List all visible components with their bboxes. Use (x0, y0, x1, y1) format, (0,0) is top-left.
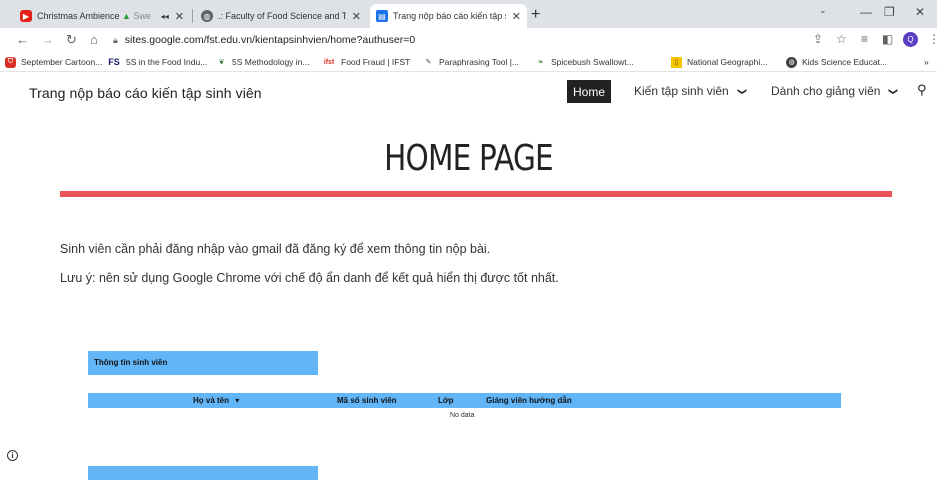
url-text: sites.google.com/fst.edu.vn/kientapsinhv… (124, 34, 416, 46)
leaf-icon: ❦ (218, 59, 225, 66)
audio-playing-icon[interactable]: ◂◂ (161, 12, 169, 21)
shield-icon: ⛉ (5, 56, 16, 68)
chevron-down-icon[interactable]: ❯ (888, 87, 899, 95)
close-tab-icon[interactable]: ✕ (512, 10, 521, 23)
nav-kien-tap-sinh-vien[interactable]: Kiến tập sinh viên ❯ (634, 84, 747, 98)
bookmark-label: National Geographi... (687, 57, 768, 67)
nav-label: Dành cho giảng viên (771, 84, 881, 98)
ifst-icon: ifst (323, 58, 335, 66)
browser-toolbar: ← → ↻ ⌂ 🔒︎ sites.google.com/fst.edu.vn/k… (0, 28, 937, 52)
nav-label: Kiến tập sinh viên (634, 84, 729, 98)
tab-title: Trang nộp báo cáo kiến tập sinh (393, 11, 506, 21)
bookmark-label: Food Fraud | IFST (341, 57, 411, 67)
bookmarks-overflow-icon[interactable]: » (924, 55, 929, 69)
bookmark-food-fraud-ifst[interactable]: ifst Food Fraud | IFST (322, 55, 411, 69)
tab-faculty-food-science[interactable]: ◍ .: Faculty of Food Science and Te ✕ (195, 4, 367, 28)
tab-title: .: Faculty of Food Science and Te (218, 11, 346, 21)
butterfly-icon: ❧ (537, 59, 544, 66)
forward-icon[interactable]: → (41, 32, 54, 47)
nav-home-link[interactable]: Home (567, 80, 612, 103)
natgeo-icon: ▯ (671, 56, 682, 68)
heading-divider (60, 191, 892, 197)
site-title[interactable]: Trang nộp báo cáo kiến tập sinh viên (29, 85, 262, 101)
tab-title-extra: Swe (133, 11, 151, 21)
bookmark-paraphrasing-tool[interactable]: ✎ Paraphrasing Tool |... (423, 55, 519, 69)
browser-note: Lưu ý: nên sử dụng Google Chrome với chế… (60, 271, 559, 285)
bookmark-label: Spicebush Swallowt... (551, 57, 634, 67)
panel-title: Thông tin sinh viên (94, 358, 168, 367)
tab-trang-nop-bao-cao[interactable]: ▤ Trang nộp báo cáo kiến tập sinh ✕ (370, 4, 527, 28)
bookmark-5s-food-industry[interactable]: FS 5S in the Food Indu... (107, 55, 207, 69)
triangle-emoji-icon: ▲ (122, 11, 131, 21)
bookmark-spicebush-swallowtail[interactable]: ❧ Spicebush Swallowt... (535, 55, 634, 69)
bookmark-kids-science-education[interactable]: ◍ Kids Science Educat... (786, 55, 887, 69)
bookmark-star-icon[interactable]: ☆ (836, 32, 847, 46)
tab-divider (192, 9, 193, 23)
restore-icon[interactable]: ❐ (884, 5, 895, 19)
bookmark-label: Kids Science Educat... (802, 57, 888, 67)
browser-tab-strip: ▶ Christmas Ambience ▲ Swe ◂◂ ✕ ◍ .: Fac… (0, 0, 937, 28)
menu-kebab-icon[interactable]: ⋮ (928, 32, 937, 46)
lock-icon[interactable]: 🔒︎ (113, 35, 118, 46)
google-sites-icon: ▤ (376, 10, 388, 22)
globe-icon: ◍ (786, 56, 797, 68)
table-header: Họ và tên ▾ Mã số sinh viên Lớp Giảng vi… (88, 393, 841, 408)
sort-down-icon[interactable]: ▾ (235, 396, 239, 405)
bookmark-label: 5S in the Food Indu... (126, 57, 208, 67)
bookmark-label: 5S Methodology in... (232, 57, 310, 67)
bookmarks-bar: ⛉ September Cartoon... FS 5S in the Food… (0, 52, 937, 72)
login-instruction: Sinh viên cần phải đăng nhập vào gmail đ… (60, 242, 491, 256)
tab-title: Christmas Ambience (37, 11, 120, 21)
close-window-icon[interactable]: ✕ (915, 5, 925, 19)
reading-list-icon[interactable]: ≡ (861, 32, 868, 46)
info-icon[interactable]: i (7, 450, 18, 461)
quill-icon: ✎ (425, 59, 432, 66)
side-panel-icon[interactable]: ◧ (882, 32, 893, 46)
search-icon[interactable]: ⚲ (917, 82, 927, 98)
share-icon[interactable]: ⇪ (813, 32, 823, 46)
fs-icon: FS (108, 57, 120, 67)
second-panel-header (88, 466, 318, 480)
close-tab-icon[interactable]: ✕ (352, 10, 361, 23)
nav-danh-cho-giang-vien[interactable]: Dành cho giảng viên ❯ (771, 84, 899, 98)
column-lop[interactable]: Lớp (438, 396, 453, 405)
close-tab-icon[interactable]: ✕ (175, 10, 184, 23)
tab-search-icon[interactable]: ⌄ (819, 5, 827, 16)
home-icon[interactable]: ⌂ (90, 32, 98, 47)
globe-icon: ◍ (201, 10, 213, 22)
bookmark-label: Paraphrasing Tool |... (439, 57, 520, 67)
student-info-panel-header: Thông tin sinh viên (88, 351, 318, 375)
column-ho-va-ten[interactable]: Họ và tên ▾ (193, 396, 239, 405)
minimize-icon[interactable]: — (860, 5, 872, 19)
bookmark-5s-methodology[interactable]: ❦ 5S Methodology in... (216, 55, 310, 69)
bookmark-national-geographic[interactable]: ▯ National Geographi... (671, 55, 767, 69)
chevron-down-icon[interactable]: ❯ (736, 87, 747, 95)
profile-avatar[interactable]: Q (903, 32, 918, 47)
new-tab-icon[interactable]: + (531, 6, 540, 24)
column-ma-so-sinh-vien[interactable]: Mã số sinh viên (337, 396, 397, 405)
back-icon[interactable]: ← (16, 32, 29, 47)
column-giang-vien-huong-dan[interactable]: Giảng viên hướng dẫn (486, 396, 572, 405)
page-heading: HOME PAGE (384, 138, 553, 179)
bookmark-september-cartoon[interactable]: ⛉ September Cartoon... (5, 55, 102, 69)
youtube-icon: ▶ (20, 10, 32, 22)
bookmark-label: September Cartoon... (21, 57, 103, 67)
reload-icon[interactable]: ↻ (66, 32, 77, 48)
address-bar[interactable]: 🔒︎ sites.google.com/fst.edu.vn/kientapsi… (113, 31, 415, 49)
tab-christmas-ambience[interactable]: ▶ Christmas Ambience ▲ Swe ◂◂ ✕ (14, 4, 190, 28)
empty-table-message: No data (450, 412, 475, 419)
